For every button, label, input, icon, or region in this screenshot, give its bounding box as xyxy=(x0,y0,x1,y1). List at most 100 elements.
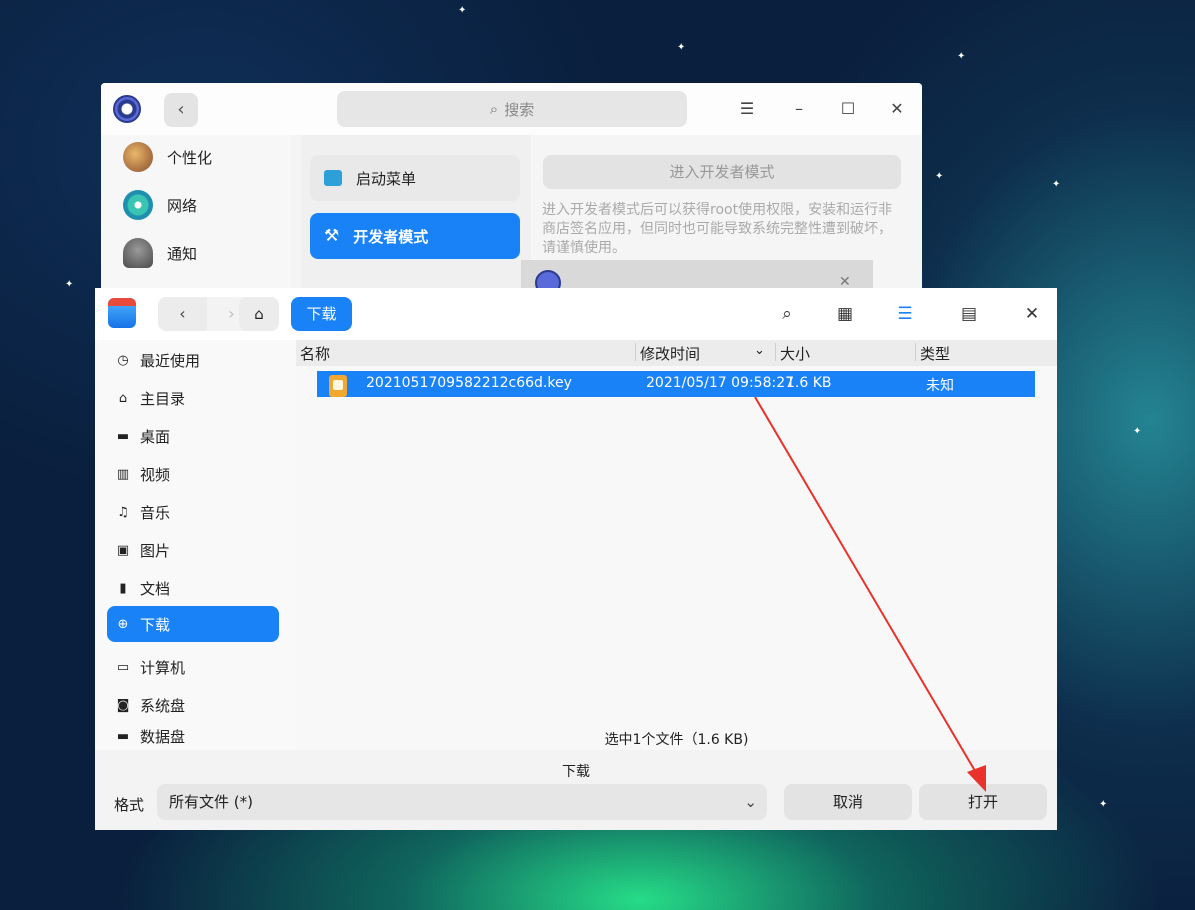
sidebar-item-computer[interactable]: ▭ 计算机 xyxy=(107,649,279,685)
search-icon: ⌕ xyxy=(489,100,499,118)
file-size: 1.6 KB xyxy=(786,375,832,391)
back-button[interactable]: ‹ xyxy=(164,93,198,127)
sidebar-item-desktop[interactable]: ▬ 桌面 xyxy=(107,418,279,454)
desktop-icon: ▬ xyxy=(116,428,130,444)
disk-icon: ◙ xyxy=(116,697,130,713)
star: ✦ xyxy=(935,171,944,182)
chevron-left-icon[interactable]: ‹ xyxy=(158,297,207,331)
table-row[interactable]: 2021051709582212c66d.key 2021/05/17 09:5… xyxy=(317,371,1035,397)
sidebar-item-home[interactable]: ⌂ 主目录 xyxy=(107,380,279,416)
column-divider[interactable] xyxy=(775,343,776,361)
dialog-toolbar: ‹ › ⌂ 下载 ⌕ ▦ ☰ ▤ ✕ xyxy=(95,288,1057,340)
star: ✦ xyxy=(957,51,966,62)
star: ✦ xyxy=(1133,426,1142,437)
submenu-boot-menu[interactable]: 启动菜单 xyxy=(310,155,520,201)
download-icon: ⊕ xyxy=(117,616,129,632)
clock-icon: ◷ xyxy=(117,352,129,368)
file-name: 2021051709582212c66d.key xyxy=(366,375,572,391)
film-icon: ▥ xyxy=(116,466,130,482)
file-modified: 2021/05/17 09:58:27 xyxy=(646,375,795,391)
sidebar-item-data-disk[interactable]: ▬ 数据盘 xyxy=(107,722,279,750)
sidebar-item-documents[interactable]: ▮ 文档 xyxy=(107,570,279,606)
minimize-icon[interactable]: – xyxy=(787,97,811,121)
sort-chevron-icon: ⌄ xyxy=(754,343,765,358)
sidebar-item-label: 数据盘 xyxy=(140,727,186,746)
document-icon: ▮ xyxy=(119,580,127,596)
submenu-developer-mode[interactable]: ⚒ 开发者模式 xyxy=(310,213,520,259)
submenu-label: 启动菜单 xyxy=(356,169,417,188)
enter-developer-mode-button[interactable]: 进入开发者模式 xyxy=(543,155,901,189)
sidebar-item-pictures[interactable]: ▣ 图片 xyxy=(107,532,279,568)
sidebar-item-recent[interactable]: ◷ 最近使用 xyxy=(107,342,279,378)
star: ✦ xyxy=(1099,799,1108,810)
sidebar-item-label: 下载 xyxy=(140,615,171,634)
sidebar-item-system-disk[interactable]: ◙ 系统盘 xyxy=(107,687,279,723)
sidebar-item-label: 桌面 xyxy=(140,427,171,446)
settings-submenu: 启动菜单 ⚒ 开发者模式 xyxy=(301,135,531,293)
star: ✦ xyxy=(1052,179,1061,190)
home-button[interactable]: ⌂ xyxy=(239,297,279,331)
current-folder-name: 下载 xyxy=(562,764,590,780)
format-label: 格式 xyxy=(114,796,145,814)
computer-icon: ▭ xyxy=(116,659,130,675)
column-divider[interactable] xyxy=(635,343,636,361)
sidebar-item-label: 系统盘 xyxy=(140,696,186,715)
home-icon: ⌂ xyxy=(254,305,264,323)
nav-item-label: 通知 xyxy=(167,244,198,263)
image-icon: ▣ xyxy=(116,542,130,558)
sidebar-item-label: 视频 xyxy=(140,465,171,484)
close-icon[interactable]: ✕ xyxy=(885,97,909,121)
sidebar-item-music[interactable]: ♫ 音乐 xyxy=(107,494,279,530)
settings-window: ‹ ⌕ 搜索 ☰ – ☐ ✕ 个性化 网络 通知 启动菜单 ⚒ 开发者模式 进入… xyxy=(101,83,922,293)
file-open-dialog: ‹ › ⌂ 下载 ⌕ ▦ ☰ ▤ ✕ ◷ 最近使用 ⌂ 主目录 ▬ 桌面 ▥ 视… xyxy=(95,288,1057,830)
nav-item-network[interactable]: 网络 xyxy=(123,185,197,225)
dialog-sidebar: ◷ 最近使用 ⌂ 主目录 ▬ 桌面 ▥ 视频 ♫ 音乐 ▣ 图片 ▮ 文档 ⊕ xyxy=(95,340,296,750)
column-modified[interactable]: 修改时间 xyxy=(640,343,700,364)
nav-item-label: 网络 xyxy=(167,196,198,215)
close-icon[interactable]: ✕ xyxy=(1018,300,1046,328)
home-icon: ⌂ xyxy=(118,390,128,406)
maximize-icon[interactable]: ☐ xyxy=(836,97,860,121)
settings-search[interactable]: ⌕ 搜索 xyxy=(337,91,687,127)
selection-status: 选中1个文件（1.6 KB) xyxy=(604,732,749,748)
search-icon[interactable]: ⌕ xyxy=(773,300,801,328)
sidebar-item-label: 计算机 xyxy=(140,658,186,677)
star: ✦ xyxy=(65,279,74,290)
star: ✦ xyxy=(458,5,467,16)
settings-sidebar: 个性化 网络 通知 xyxy=(101,135,291,293)
submenu-label: 开发者模式 xyxy=(353,227,429,246)
sidebar-item-label: 最近使用 xyxy=(140,351,201,370)
format-value: 所有文件 (*) xyxy=(169,793,253,811)
bell-icon xyxy=(123,238,153,268)
developer-mode-description: 进入开发者模式后可以获得root使用权限，安装和运行非商店签名应用，但同时也可能… xyxy=(542,202,893,256)
grid-view-icon[interactable]: ▦ xyxy=(831,300,859,328)
sidebar-item-videos[interactable]: ▥ 视频 xyxy=(107,456,279,492)
open-button[interactable]: 打开 xyxy=(919,784,1047,820)
column-divider[interactable] xyxy=(915,343,916,361)
breadcrumb-downloads[interactable]: 下载 xyxy=(291,297,352,331)
nav-item-label: 个性化 xyxy=(167,148,213,167)
file-manager-icon xyxy=(108,298,136,328)
column-header: 名称 修改时间 ⌄ 大小 类型 xyxy=(296,340,1057,366)
nav-item-personalization[interactable]: 个性化 xyxy=(123,137,212,177)
music-note-icon: ♫ xyxy=(117,504,129,520)
settings-titlebar: ‹ ⌕ 搜索 ☰ – ☐ ✕ xyxy=(101,83,922,135)
file-type: 未知 xyxy=(926,378,954,394)
boot-menu-icon xyxy=(324,170,342,186)
cancel-button[interactable]: 取消 xyxy=(784,784,912,820)
details-view-icon[interactable]: ▤ xyxy=(955,300,983,328)
network-icon xyxy=(123,190,153,220)
column-size[interactable]: 大小 xyxy=(780,343,810,364)
column-type[interactable]: 类型 xyxy=(920,343,950,364)
list-view-icon[interactable]: ☰ xyxy=(891,300,919,328)
sidebar-item-label: 主目录 xyxy=(140,389,186,408)
file-list: 名称 修改时间 ⌄ 大小 类型 2021051709582212c66d.key… xyxy=(296,340,1057,750)
format-select[interactable]: 所有文件 (*) ⌄ xyxy=(157,784,767,820)
search-placeholder: 搜索 xyxy=(504,100,535,119)
sidebar-item-label: 图片 xyxy=(140,541,171,560)
column-name[interactable]: 名称 xyxy=(300,343,330,364)
sidebar-item-downloads[interactable]: ⊕ 下载 xyxy=(107,606,279,642)
menu-icon[interactable]: ☰ xyxy=(735,97,759,121)
nav-item-notification[interactable]: 通知 xyxy=(123,233,197,273)
sidebar-item-label: 文档 xyxy=(140,579,171,598)
